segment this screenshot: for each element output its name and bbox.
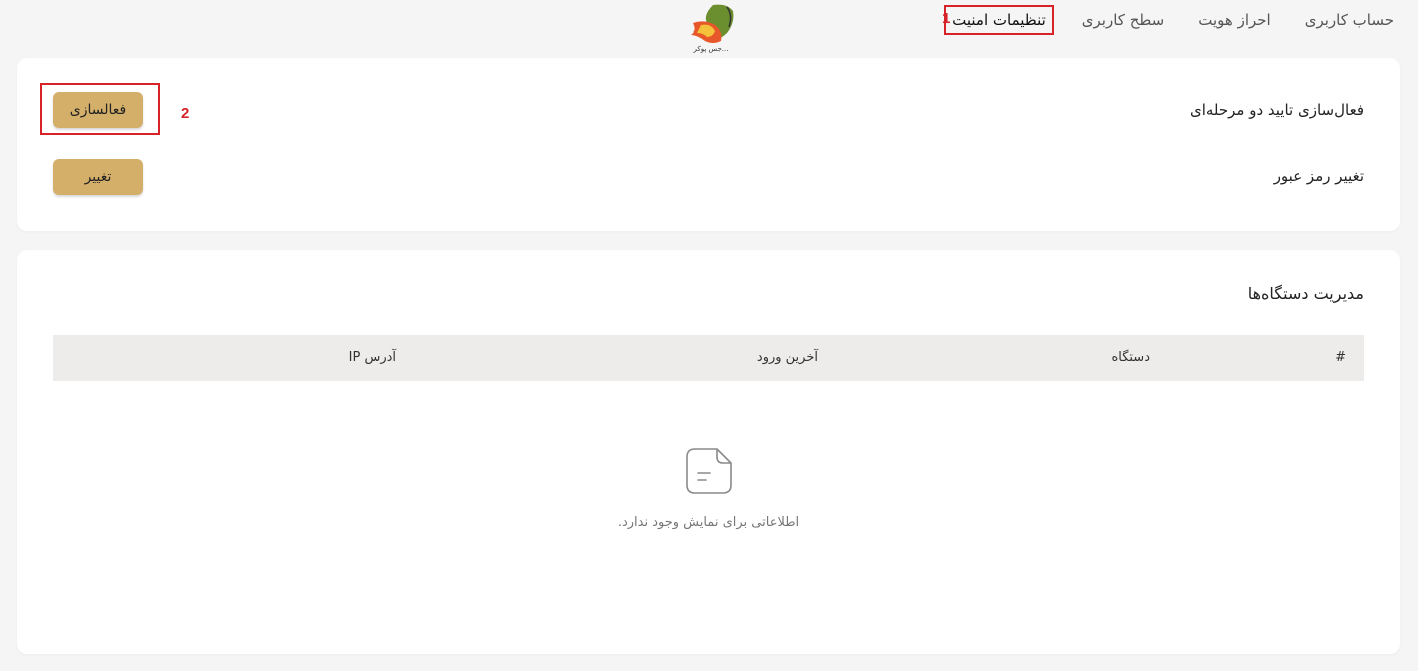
- devices-table-header: # دستگاه آخرین ورود آدرس IP: [53, 335, 1364, 381]
- tab-identity-verification[interactable]: احراز هویت: [1192, 8, 1276, 32]
- change-password-label: تغییر رمز عبور: [1273, 167, 1364, 185]
- device-management-card: مدیریت دستگاه‌ها # دستگاه آخرین ورود آدر…: [17, 250, 1400, 654]
- annotation-2: 2: [181, 105, 190, 122]
- column-device: دستگاه: [1111, 350, 1150, 365]
- tab-user-level[interactable]: سطح کاربری: [1076, 8, 1170, 32]
- security-settings-page: حساب کاربری احراز هویت سطح کاربری تنظیما…: [0, 0, 1418, 671]
- section-title: مدیریت دستگاه‌ها: [1247, 284, 1364, 303]
- annotation-box-2: [40, 83, 160, 135]
- annotation-1: 1: [942, 10, 951, 27]
- column-last-login: آخرین ورود: [756, 350, 818, 365]
- logo-icon: ...جس پوکر: [691, 4, 734, 53]
- nav-tabs: حساب کاربری احراز هویت سطح کاربری تنظیما…: [944, 5, 1400, 35]
- empty-document-icon: [683, 445, 735, 497]
- tab-account[interactable]: حساب کاربری: [1299, 8, 1400, 32]
- logo[interactable]: ...جس پوکر: [683, 1, 739, 53]
- two-factor-label: فعال‌سازی تایید دو مرحله‌ای: [1189, 101, 1364, 119]
- empty-state-text: اطلاعاتی برای نمایش وجود ندارد.: [617, 515, 800, 530]
- security-actions-card: فعال‌سازی تایید دو مرحله‌ای فعالسازی 2 ت…: [17, 58, 1400, 231]
- column-ip-address: آدرس IP: [348, 350, 396, 365]
- change-password-button[interactable]: تغییر: [53, 159, 143, 195]
- top-nav: حساب کاربری احراز هویت سطح کاربری تنظیما…: [0, 0, 1418, 53]
- logo-text: ...جس پوکر: [693, 45, 729, 53]
- column-index: #: [1335, 350, 1346, 365]
- empty-state: اطلاعاتی برای نمایش وجود ندارد.: [17, 445, 1400, 530]
- tab-security-settings[interactable]: تنظیمات امنیت: [944, 5, 1054, 35]
